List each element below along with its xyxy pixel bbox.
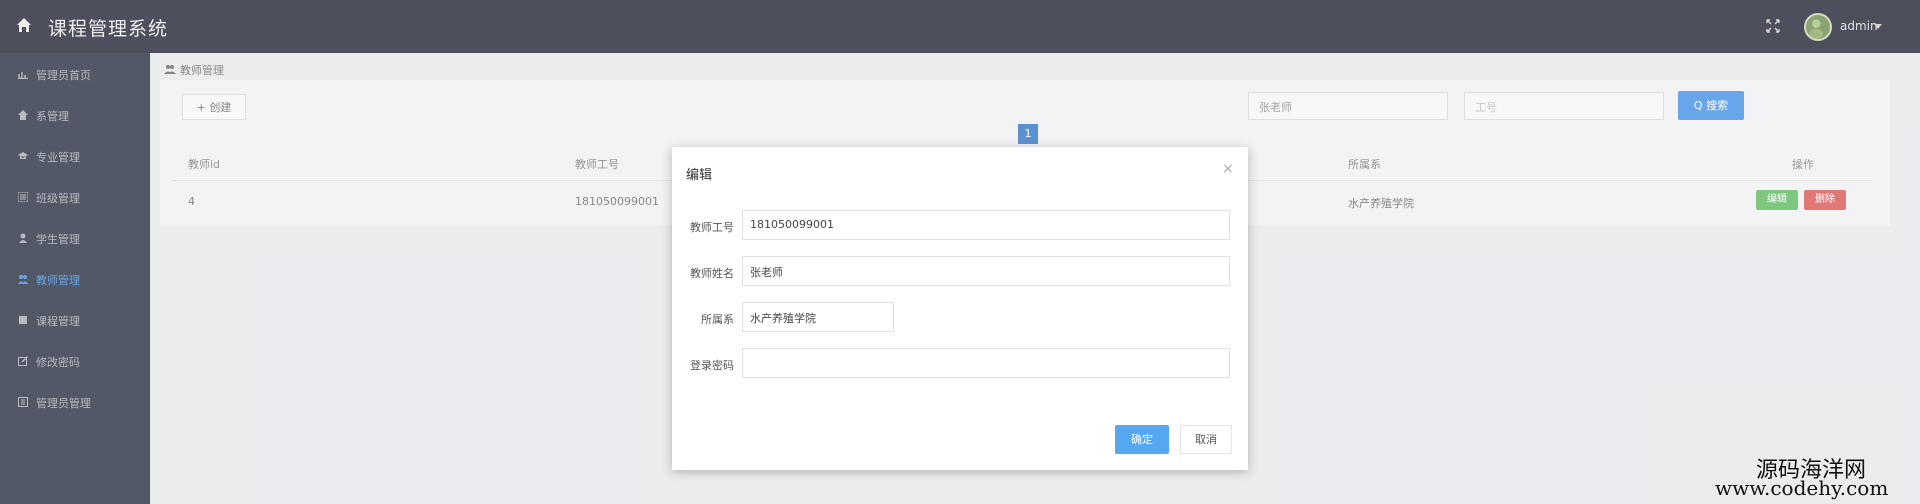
edit-teacher-dialog: 编辑 × 教师工号 181050099001 教师姓名 张老师 所属系 水产养殖… — [672, 147, 1248, 470]
department-label: 所属系 — [701, 313, 734, 326]
password-field[interactable] — [742, 348, 1230, 378]
teacher-number-field[interactable]: 181050099001 — [742, 210, 1230, 240]
teacher-name-label: 教师姓名 — [690, 267, 734, 280]
teacher-name-field[interactable]: 张老师 — [742, 256, 1230, 286]
dialog-title: 编辑 — [686, 168, 713, 183]
password-label: 登录密码 — [690, 359, 734, 372]
department-select[interactable]: 水产养殖学院 — [742, 302, 894, 332]
watermark-url: www.codehy.com — [1715, 476, 1889, 500]
teacher-number-label: 教师工号 — [690, 221, 734, 234]
close-icon[interactable]: × — [1222, 161, 1234, 177]
cancel-button[interactable]: 取消 — [1180, 425, 1232, 454]
confirm-button[interactable]: 确定 — [1115, 425, 1169, 454]
